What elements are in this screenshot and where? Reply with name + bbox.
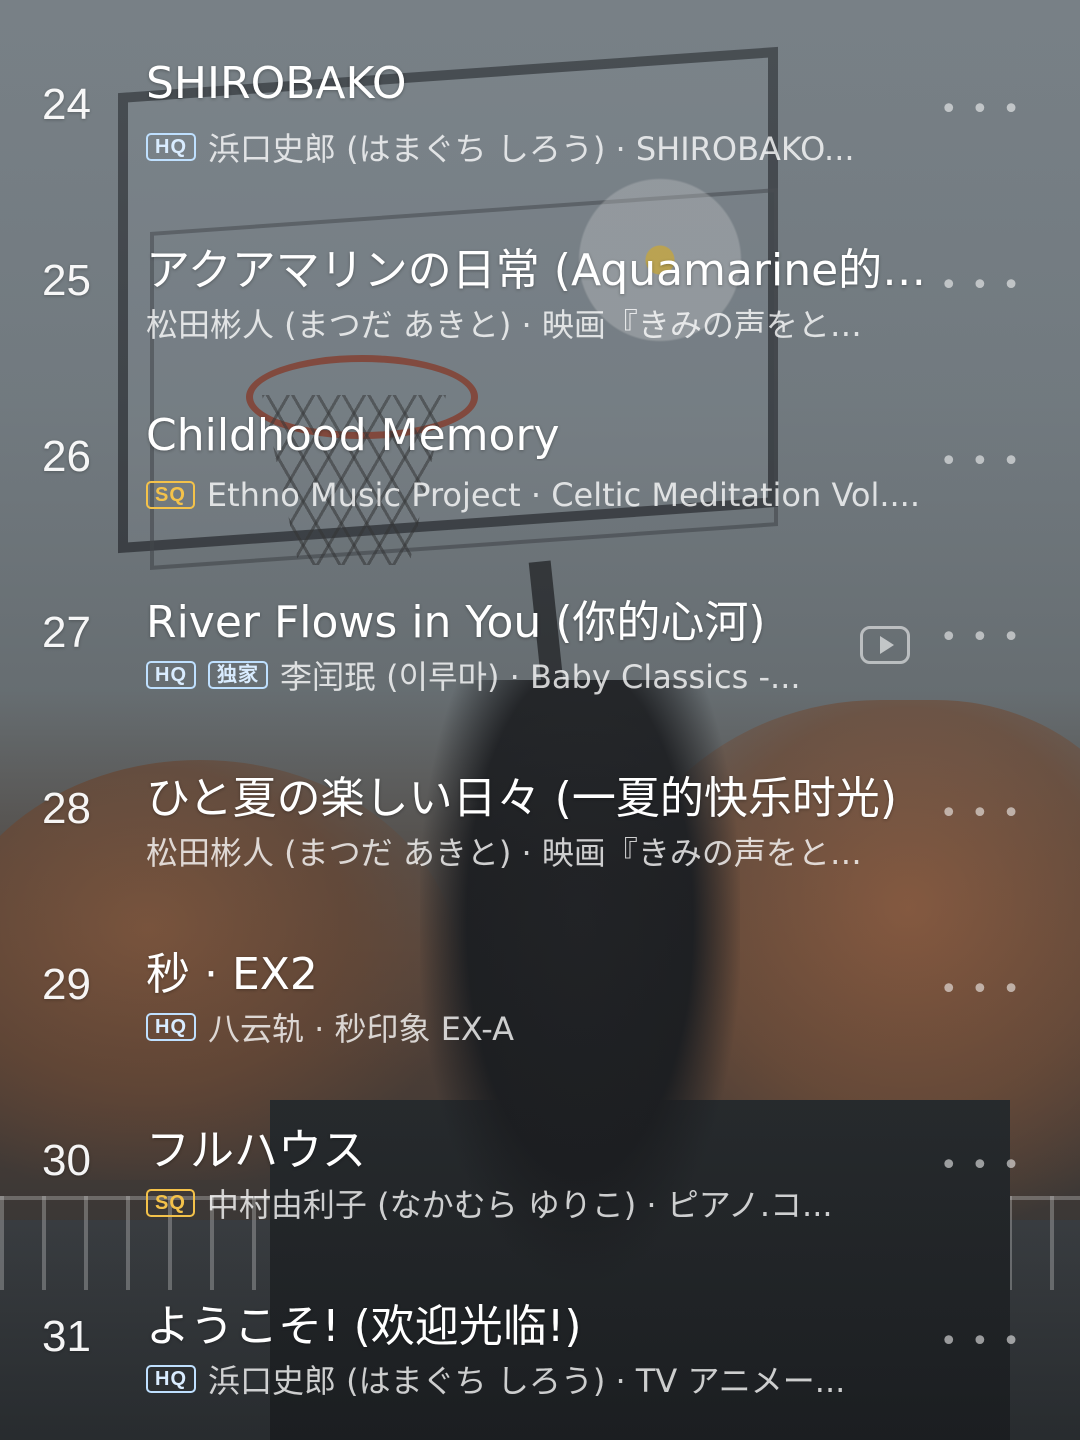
song-title: アクアマリンの日常 (Aquamarine的… — [146, 245, 927, 296]
song-title: 秒 · EX2 — [146, 949, 318, 1000]
song-artist-album: 松田彬人 (まつだ あきと) · 映画『きみの声をと… — [146, 834, 862, 872]
song-title: ようこそ! (欢迎光临!) — [146, 1301, 582, 1352]
song-title: ひと夏の楽しい日々 (一夏的快乐时光) — [146, 773, 897, 824]
song-row[interactable]: 30 フルハウス SQ 中村由利子 (なかむら ゆりこ) · ピアノ.コ... … — [0, 1056, 1080, 1232]
song-row[interactable]: 29 秒 · EX2 HQ 八云轨 · 秒印象 EX-A • • • — [0, 880, 1080, 1056]
song-row[interactable]: 26 Childhood Memory SQ Ethno Music Proje… — [0, 352, 1080, 528]
song-artist-album: 八云轨 · 秒印象 EX-A — [208, 1010, 514, 1048]
more-dots-icon[interactable]: • • • — [940, 975, 1022, 1005]
song-artist-album: Ethno Music Project · Celtic Meditation … — [206, 476, 921, 514]
song-subtitle: HQ 独家 李闰珉 (이루마) · Baby Classics -... — [146, 652, 836, 698]
song-subtitle: HQ 浜口史郎 (はまぐち しろう) · TV アニメー... — [146, 1356, 956, 1402]
song-title: フルハウス — [146, 1125, 366, 1176]
song-subtitle: 松田彬人 (まつだ あきと) · 映画『きみの声をと… — [146, 300, 956, 346]
song-number: 30 — [42, 1136, 91, 1185]
more-dots-icon[interactable]: • • • — [940, 799, 1022, 829]
song-artist-album: 李闰珉 (이루마) · Baby Classics -... — [280, 658, 801, 696]
song-number: 25 — [42, 256, 91, 305]
hq-badge: HQ — [146, 133, 196, 161]
more-dots-icon[interactable]: • • • — [940, 447, 1022, 477]
song-row[interactable]: 31 ようこそ! (欢迎光临!) HQ 浜口史郎 (はまぐち しろう) · TV… — [0, 1232, 1080, 1408]
song-subtitle: HQ 八云轨 · 秒印象 EX-A — [146, 1004, 956, 1050]
song-title: SHIROBAKO — [146, 58, 407, 109]
song-title: Childhood Memory — [146, 410, 560, 461]
song-subtitle: SQ 中村由利子 (なかむら ゆりこ) · ピアノ.コ... — [146, 1180, 956, 1226]
song-title: River Flows in You (你的心河) — [146, 597, 766, 648]
song-row[interactable]: 25 アクアマリンの日常 (Aquamarine的… 松田彬人 (まつだ あきと… — [0, 176, 1080, 352]
song-number: 24 — [42, 80, 91, 129]
more-dots-icon[interactable]: • • • — [940, 1327, 1022, 1357]
song-list: 24 SHIROBAKO HQ 浜口史郎 (はまぐち しろう) · SHIROB… — [0, 0, 1080, 1440]
song-row[interactable]: 28 ひと夏の楽しい日々 (一夏的快乐时光) 松田彬人 (まつだ あきと) · … — [0, 704, 1080, 880]
song-number: 29 — [42, 960, 91, 1009]
song-subtitle: SQ Ethno Music Project · Celtic Meditati… — [146, 476, 956, 514]
song-number: 27 — [42, 608, 91, 657]
more-dots-icon[interactable]: • • • — [940, 623, 1022, 653]
song-artist-album: 浜口史郎 (はまぐち しろう) · TV アニメー... — [208, 1362, 846, 1400]
sq-badge: SQ — [146, 481, 195, 509]
song-subtitle: HQ 浜口史郎 (はまぐち しろう) · SHIROBAKO... — [146, 124, 956, 170]
song-number: 26 — [42, 432, 91, 481]
song-artist-album: 浜口史郎 (はまぐち しろう) · SHIROBAKO... — [208, 130, 855, 168]
hq-badge: HQ — [146, 1365, 196, 1393]
song-subtitle: 松田彬人 (まつだ あきと) · 映画『きみの声をと… — [146, 828, 956, 874]
exclusive-badge: 独家 — [208, 661, 268, 689]
song-number: 28 — [42, 784, 91, 833]
more-dots-icon[interactable]: • • • — [940, 95, 1022, 125]
hq-badge: HQ — [146, 1013, 196, 1041]
more-dots-icon[interactable]: • • • — [940, 271, 1022, 301]
more-dots-icon[interactable]: • • • — [940, 1151, 1022, 1181]
sq-badge: SQ — [146, 1189, 195, 1217]
song-number: 31 — [42, 1312, 91, 1361]
song-artist-album: 松田彬人 (まつだ あきと) · 映画『きみの声をと… — [146, 306, 862, 344]
play-video-icon[interactable] — [860, 626, 910, 664]
song-row[interactable]: 27 River Flows in You (你的心河) HQ 独家 李闰珉 (… — [0, 528, 1080, 704]
song-row[interactable]: 24 SHIROBAKO HQ 浜口史郎 (はまぐち しろう) · SHIROB… — [0, 0, 1080, 176]
song-artist-album: 中村由利子 (なかむら ゆりこ) · ピアノ.コ... — [206, 1186, 833, 1224]
hq-badge: HQ — [146, 661, 196, 689]
